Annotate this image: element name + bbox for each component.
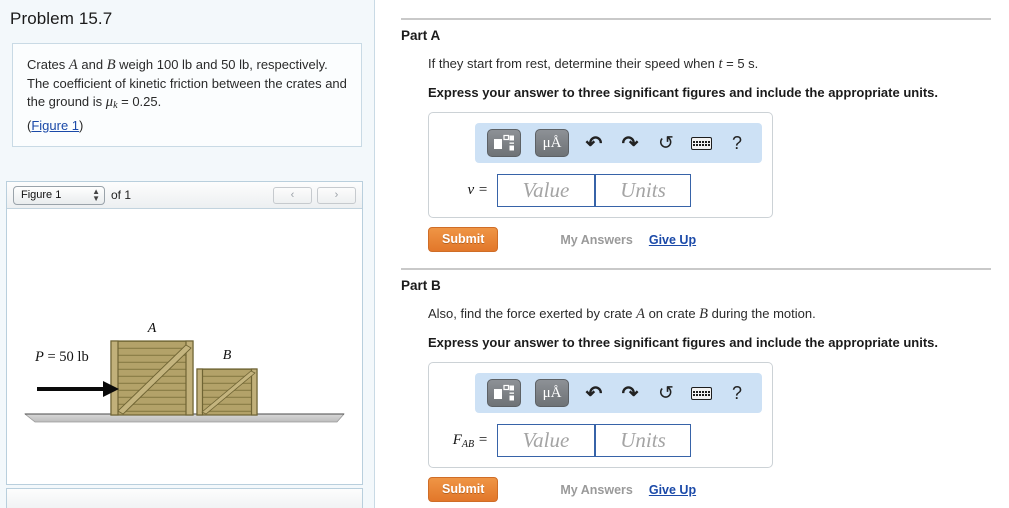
units-icon-label: μÅ [542,134,562,151]
math-template-icon[interactable] [487,129,521,157]
statement-line-2: The coefficient of kinetic friction betw… [27,75,347,91]
part-a-answer-box: μÅ ↶ ↷ ↺ ? v = Value Units [428,112,773,218]
crate-a-label: A [147,321,157,336]
part-a-equals: = [474,182,488,198]
part-a-heading: Part A [401,28,441,43]
figure-1-link[interactable]: Figure 1 [31,118,79,133]
part-b-units-input[interactable]: Units [595,424,691,457]
crate-b [196,368,258,416]
crate-b-label: B [223,348,232,363]
redo-icon[interactable]: ↷ [619,131,641,155]
part-a-instruction: Express your answer to three significant… [428,85,938,100]
part-a-value-input[interactable]: Value [497,174,595,207]
crates-diagram: A B P = 50 lb [23,321,345,423]
redo-icon[interactable]: ↷ [619,381,641,405]
part-b-input-row: FAB = Value Units [439,424,762,457]
secondary-panel-header [6,488,363,508]
select-spinner-icon: ▲ ▼ [92,187,100,203]
crate-b-symbol: B [106,57,116,73]
force-label: P = 50 lb [34,349,89,365]
part-b-question-suffix: during the motion. [708,306,816,321]
keyboard-icon[interactable] [691,386,712,400]
units-icon[interactable]: μÅ [535,379,569,407]
force-arrow [37,381,119,397]
part-b-value-input[interactable]: Value [497,424,595,457]
part-b-variable-subscript: AB [461,438,475,450]
part-b-divider [401,268,991,270]
figure-nav-buttons: ‹ › [273,186,356,204]
part-b-heading: Part B [401,278,441,293]
part-a-divider [401,18,991,20]
right-panel: Part A If they start from rest, determin… [375,0,1009,508]
part-a-units-input[interactable]: Units [595,174,691,207]
keyboard-icon[interactable] [691,136,712,150]
figure-select-value: Figure 1 [21,189,62,201]
part-a-submit-button[interactable]: Submit [428,227,499,252]
part-a-math-toolbar: μÅ ↶ ↷ ↺ ? [475,123,762,163]
part-b-section: Part B Also, find the force exerted by c… [401,268,1001,502]
part-a-submit-row: Submit My Answers Give Up [428,227,1001,252]
part-b-answer-box: μÅ ↶ ↷ ↺ ? FAB = Value Units [428,362,773,468]
undo-icon[interactable]: ↶ [583,381,605,405]
part-b-give-up-link[interactable]: Give Up [649,483,696,497]
part-a-question: If they start from rest, determine their… [428,56,1001,73]
part-b-crate-a-symbol: A [636,306,645,322]
part-b-question: Also, find the force exerted by crate A … [428,306,1001,323]
undo-icon[interactable]: ↶ [583,131,605,155]
part-a-my-answers-link[interactable]: My Answers [560,233,632,247]
prev-figure-button[interactable]: ‹ [273,186,312,204]
mu-symbol: μk [105,94,118,111]
part-a-question-prefix: If they start from rest, determine their… [428,56,719,71]
part-b-math-toolbar: μÅ ↶ ↷ ↺ ? [475,373,762,413]
problem-statement-box: Crates A and B weigh 100 lb and 50 lb, r… [12,43,362,147]
part-b-question-mid: on crate [644,306,700,321]
part-a-section: Part A If they start from rest, determin… [401,18,1001,252]
part-b-equals: = [474,431,488,448]
next-figure-button[interactable]: › [317,186,356,204]
part-a-give-up-link[interactable]: Give Up [649,233,696,247]
crate-a-symbol: A [68,57,78,73]
page-title: Problem 15.7 [10,9,113,28]
help-icon[interactable]: ? [726,131,748,155]
part-b-variable-label: FAB = [451,432,497,450]
figure-toolbar: Figure 1 ▲ ▼ of 1 ‹ › [7,182,362,209]
part-b-variable: F [452,431,462,448]
part-b-instruction: Express your answer to three significant… [428,335,938,350]
statement-line-3: the ground is μk = 0.25. [27,94,162,111]
reset-icon[interactable]: ↺ [655,381,677,405]
figure-link-row: (Figure 1) [27,117,347,136]
part-b-crate-b-symbol: B [699,306,709,322]
figure-link-close: ) [79,117,84,133]
help-icon[interactable]: ? [726,381,748,405]
page-root: Problem 15.7 Crates A and B weigh 100 lb… [0,0,1009,508]
part-b-question-prefix: Also, find the force exerted by crate [428,306,637,321]
part-a-input-row: v = Value Units [439,174,762,207]
figure-panel: Figure 1 ▲ ▼ of 1 ‹ › A B P = 50 lb [6,181,363,485]
figure-select[interactable]: Figure 1 ▲ ▼ [13,185,105,205]
part-a-variable-label: v = [451,182,497,199]
statement-line-1: Crates A and B weigh 100 lb and 50 lb, r… [27,57,328,73]
part-a-question-suffix: = 5 s. [722,56,759,71]
reset-icon[interactable]: ↺ [655,131,677,155]
crate-a [110,340,194,416]
units-icon[interactable]: μÅ [535,129,569,157]
figure-canvas: A B P = 50 lb [7,209,362,484]
figure-count-label: of 1 [111,188,132,202]
units-icon-label: μÅ [542,384,562,401]
math-template-icon[interactable] [487,379,521,407]
left-panel: Problem 15.7 Crates A and B weigh 100 lb… [0,0,375,508]
part-b-my-answers-link[interactable]: My Answers [560,483,632,497]
part-b-submit-row: Submit My Answers Give Up [428,477,1001,502]
part-b-submit-button[interactable]: Submit [428,477,499,502]
